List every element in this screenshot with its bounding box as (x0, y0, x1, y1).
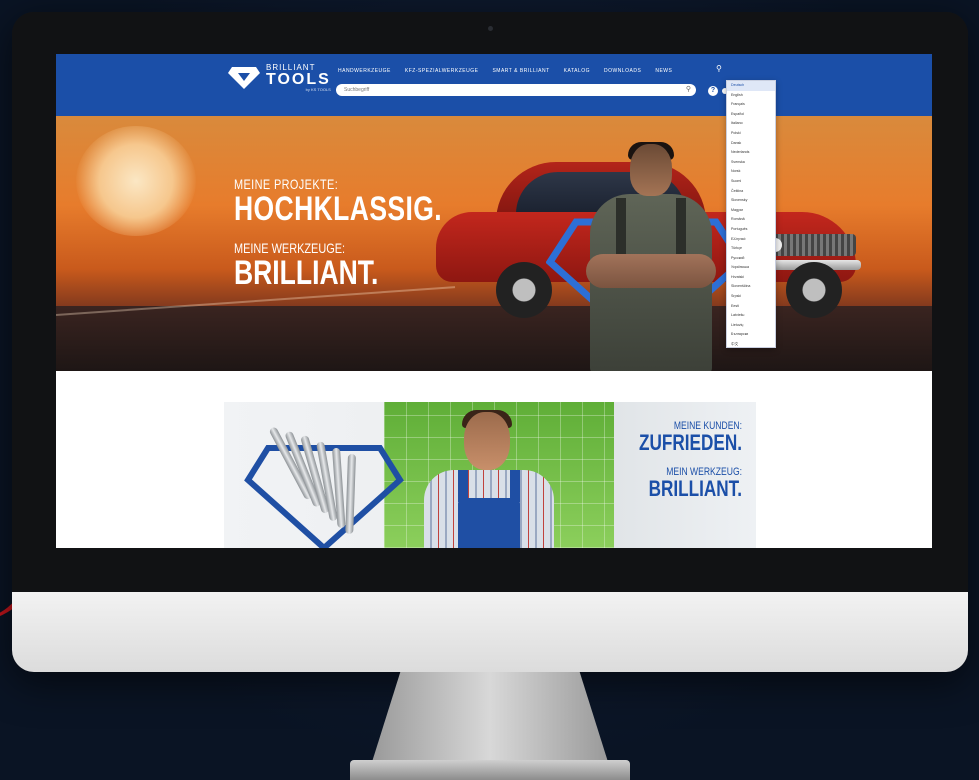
sun-glow (76, 126, 196, 236)
monitor-chin (12, 592, 968, 672)
language-option[interactable]: Hrvatski (727, 273, 775, 283)
language-option[interactable]: Ελληνικά (727, 235, 775, 245)
logo-line3: by KS TOOLS (305, 87, 331, 92)
logo-wordmark: BRILLIANT TOOLS by KS TOOLS (266, 64, 331, 92)
person-head (630, 144, 672, 196)
language-option[interactable]: Srpski (727, 292, 775, 302)
main-nav: HANDWERKZEUGE KFZ-SPEZIALWERKZEUGE SMART… (338, 68, 672, 74)
language-option[interactable]: Русский (727, 254, 775, 264)
language-option[interactable]: Nederlands (727, 148, 775, 158)
language-option[interactable]: 中文 (727, 340, 775, 350)
promo-title-2: BRILLIANT. (648, 476, 742, 501)
person-head (464, 412, 510, 470)
logo-line2: TOOLS (266, 71, 331, 88)
user-icon[interactable]: ⚲ (716, 64, 726, 74)
search-bar: ⚲ (336, 84, 696, 96)
language-option[interactable]: Slovenščina (727, 282, 775, 292)
language-option[interactable]: Dansk (727, 139, 775, 149)
car-wheel (496, 262, 552, 318)
nav-item-kfz[interactable]: KFZ-SPEZIALWERKZEUGE (405, 68, 479, 74)
site-logo[interactable]: BRILLIANT TOOLS by KS TOOLS (228, 64, 331, 92)
nav-item-news[interactable]: NEWS (655, 68, 672, 74)
language-option[interactable]: English (727, 91, 775, 101)
person-crossed-arms (586, 254, 716, 288)
monitor-stand-base (350, 760, 630, 780)
diamond-logo-icon (228, 67, 260, 89)
hero-title-1: HOCHKLASSIG. (234, 190, 443, 228)
hero-title-2: BRILLIANT. (234, 254, 379, 292)
promo-banner[interactable]: MEINE KUNDEN: ZUFRIEDEN. MEIN WERKZEUG: … (224, 402, 756, 548)
language-option[interactable]: Español (727, 110, 775, 120)
language-option[interactable]: Slovensky (727, 196, 775, 206)
language-option[interactable]: Magyar (727, 206, 775, 216)
hero-headline: MEINE PROJEKTE: HOCHKLASSIG. MEINE WERKZ… (234, 176, 442, 290)
language-option[interactable]: Italiano (727, 119, 775, 129)
language-option[interactable]: Български (727, 330, 775, 340)
language-option[interactable]: Norsk (727, 167, 775, 177)
language-dropdown: Deutsch English Français Español Italian… (726, 80, 776, 348)
language-option[interactable]: Eesti (727, 302, 775, 312)
search-icon[interactable]: ⚲ (686, 85, 691, 93)
language-option[interactable]: Română (727, 215, 775, 225)
site-header: BRILLIANT TOOLS by KS TOOLS HANDWERKZEUG… (56, 54, 932, 116)
nav-item-downloads[interactable]: DOWNLOADS (604, 68, 641, 74)
website-screen: BRILLIANT TOOLS by KS TOOLS HANDWERKZEUG… (56, 54, 932, 548)
help-icon[interactable]: ? (708, 86, 718, 96)
language-option[interactable]: Polski (727, 129, 775, 139)
mechanic-person (586, 142, 716, 371)
hero-banner[interactable]: MEINE PROJEKTE: HOCHKLASSIG. MEINE WERKZ… (56, 116, 932, 371)
nav-item-handwerkzeuge[interactable]: HANDWERKZEUGE (338, 68, 391, 74)
language-option[interactable]: Lietuvių (727, 321, 775, 331)
car-wheel (786, 262, 842, 318)
monitor-stand (372, 672, 608, 762)
language-option[interactable]: Čeština (727, 187, 775, 197)
plumber-person (424, 410, 554, 548)
promo-headline: MEINE KUNDEN: ZUFRIEDEN. MEIN WERKZEUG: … (639, 420, 742, 500)
person-strap (458, 470, 468, 502)
language-option[interactable]: Français (727, 100, 775, 110)
person-overall (458, 498, 520, 548)
promo-title-1: ZUFRIEDEN. (639, 430, 742, 455)
nav-item-katalog[interactable]: KATALOG (564, 68, 590, 74)
language-option[interactable]: Português (727, 225, 775, 235)
language-option[interactable]: Deutsch (727, 81, 775, 91)
search-input[interactable] (344, 86, 664, 94)
nav-item-smart[interactable]: SMART & BRILLIANT (492, 68, 549, 74)
language-option[interactable]: Latviešu (727, 311, 775, 321)
language-option[interactable]: Suomi (727, 177, 775, 187)
camera-dot (488, 26, 493, 31)
person-strap (510, 470, 520, 502)
scene-background: BRILLIANT TOOLS by KS TOOLS HANDWERKZEUG… (0, 0, 979, 780)
language-option[interactable]: Svenska (727, 158, 775, 168)
language-option[interactable]: Українська (727, 263, 775, 273)
monitor: BRILLIANT TOOLS by KS TOOLS HANDWERKZEUG… (12, 12, 968, 672)
language-option[interactable]: Türkçe (727, 244, 775, 254)
